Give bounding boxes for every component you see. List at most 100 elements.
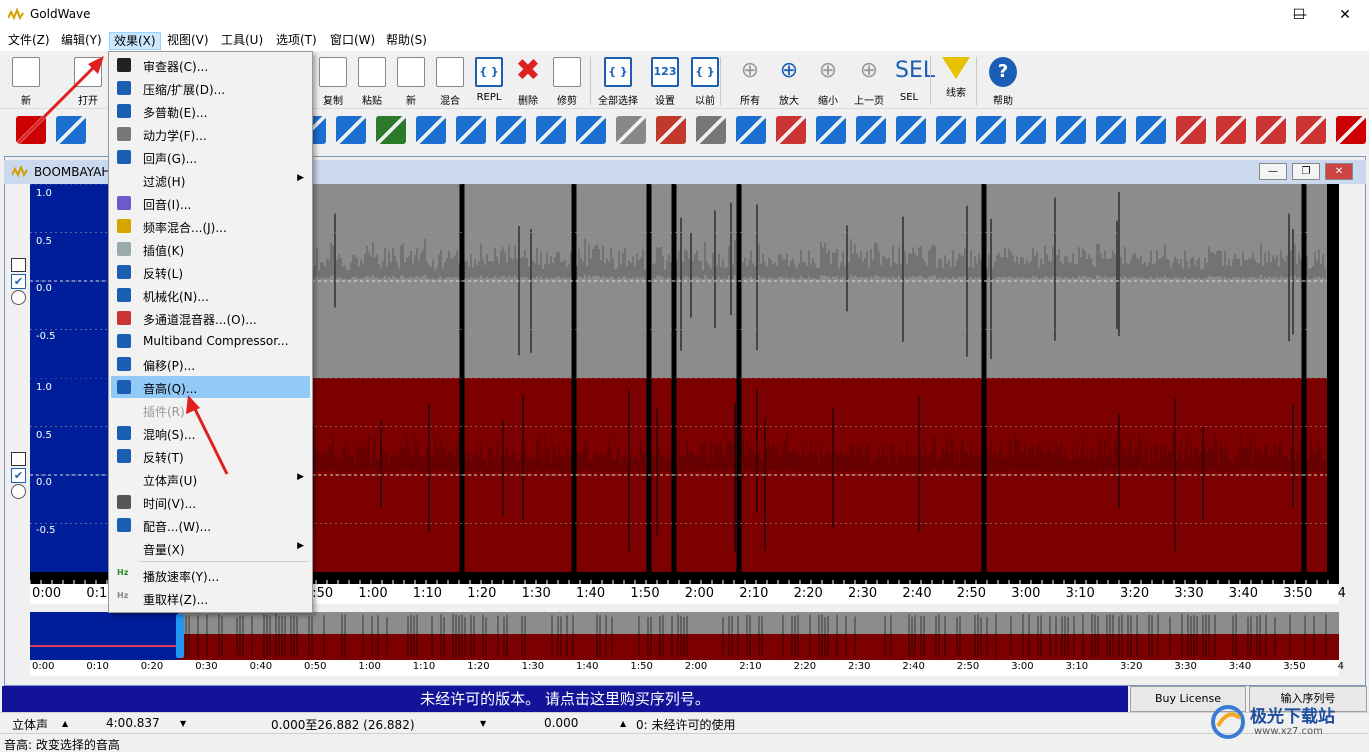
effect-tool-icon[interactable] [376, 116, 406, 144]
effects-menu-item[interactable]: 反转(T) [111, 445, 310, 467]
maximize-button[interactable]: ☐ [1276, 0, 1322, 30]
effect-tool-icon[interactable] [576, 116, 606, 144]
channel-checkbox-top[interactable]: ✔ [11, 274, 26, 289]
open-button[interactable]: 打开 [68, 55, 108, 107]
effect-tool-icon[interactable] [616, 116, 646, 144]
close-button[interactable]: ✕ [1322, 0, 1368, 30]
effect-tool-icon[interactable] [656, 116, 686, 144]
menu-0[interactable]: 文件(Z) [4, 32, 54, 50]
channel-toggle-bottom[interactable] [11, 452, 26, 466]
doc-restore-button[interactable]: ❐ [1292, 163, 1320, 180]
effect-tool-icon[interactable] [816, 116, 846, 144]
overview-tick-label: 0:10 [86, 661, 109, 672]
doc-close-button[interactable]: ✕ [1325, 163, 1353, 180]
help-button[interactable]: ? 帮助 [983, 55, 1023, 107]
timeline-tick-label: 1:20 [467, 586, 497, 601]
effect-tool-icon[interactable] [16, 116, 46, 144]
overview-waveform[interactable] [30, 612, 1339, 660]
effects-menu-item[interactable]: 音量(X) ▶ [111, 537, 310, 559]
effect-tool-icon[interactable] [696, 116, 726, 144]
effect-tool-icon[interactable] [1136, 116, 1166, 144]
effects-menu-item[interactable]: 混响(S)... [111, 422, 310, 444]
watermark-url: www.xz7.com [1254, 726, 1323, 737]
effect-tool-icon[interactable] [976, 116, 1006, 144]
effects-menu-label: 立体声(U) [143, 474, 198, 488]
channel-checkbox-bottom[interactable]: ✔ [11, 468, 26, 483]
channel-radio-bottom[interactable] [11, 484, 26, 499]
zoom-all-button[interactable]: ⊕ 所有 [730, 55, 770, 107]
unlicensed-banner[interactable]: 未经许可的版本。 请点击这里购买序列号。 [2, 686, 1128, 712]
zoom-sel-button[interactable]: SEL SEL [889, 55, 935, 107]
select-all-button[interactable]: { } 全部选择 [598, 55, 638, 107]
effects-menu-item[interactable]: Multiband Compressor... [111, 330, 310, 352]
effects-menu-item[interactable]: 偏移(P)... [111, 353, 310, 375]
effect-tool-icon[interactable] [896, 116, 926, 144]
effect-tool-icon[interactable] [1056, 116, 1086, 144]
effect-tool-icon[interactable] [1096, 116, 1126, 144]
effect-tool-icon[interactable] [536, 116, 566, 144]
replace-button[interactable]: { } REPL [469, 55, 509, 107]
effect-tool-icon[interactable] [456, 116, 486, 144]
channel-mode[interactable]: 立体声 [12, 716, 48, 733]
effect-tool-icon[interactable] [336, 116, 366, 144]
effects-menu-item[interactable]: 频率混合...(J)... [111, 215, 310, 237]
effect-tool-icon[interactable] [776, 116, 806, 144]
chevron-up-icon[interactable]: ▲ [620, 719, 626, 728]
new-button[interactable]: 新 [6, 55, 46, 107]
effect-tool-icon[interactable] [416, 116, 446, 144]
effects-menu-item[interactable]: 反转(L) [111, 261, 310, 283]
effects-menu-item[interactable]: 立体声(U) ▶ [111, 468, 310, 490]
effect-tool-icon[interactable] [56, 116, 86, 144]
menu-1[interactable]: 编辑(Y) [57, 32, 106, 50]
effect-tool-icon[interactable] [856, 116, 886, 144]
effects-menu-item[interactable]: 过滤(H) ▶ [111, 169, 310, 191]
channel-toggle-top[interactable] [11, 258, 26, 272]
effects-menu-item[interactable]: 审查器(C)... [111, 54, 310, 76]
effect-tool-icon[interactable] [1336, 116, 1366, 144]
chevron-down-icon[interactable]: ▼ [180, 719, 186, 728]
set-button[interactable]: 123 设置 [645, 55, 685, 107]
doc-minimize-button[interactable]: — [1259, 163, 1287, 180]
effects-menu-item[interactable]: 回音(I)... [111, 192, 310, 214]
menu-4[interactable]: 工具(U) [217, 32, 267, 50]
effect-tool-icon[interactable] [936, 116, 966, 144]
menu-5[interactable]: 选项(T) [272, 32, 321, 50]
zoom-out-button[interactable]: ⊕ 缩小 [808, 55, 848, 107]
menu-6[interactable]: 窗口(W) [326, 32, 379, 50]
effects-menu-item[interactable]: 回声(G)... [111, 146, 310, 168]
effects-menu-item[interactable]: 多普勒(E)... [111, 100, 310, 122]
effect-tool-icon[interactable] [1176, 116, 1206, 144]
effects-menu-item[interactable]: 压缩/扩展(D)... [111, 77, 310, 99]
cue-button[interactable]: 线索 [936, 55, 976, 107]
previous-button[interactable]: { } 以前 [685, 55, 725, 107]
effect-tool-icon[interactable] [1216, 116, 1246, 144]
menu-3[interactable]: 视图(V) [163, 32, 213, 50]
prev-page-button[interactable]: ⊕ 上一页 [849, 55, 889, 107]
effect-tool-icon[interactable] [736, 116, 766, 144]
effects-menu-item[interactable]: 动力学(F)... [111, 123, 310, 145]
effect-tool-icon[interactable] [1296, 116, 1326, 144]
effects-menu-item[interactable]: 配音...(W)... [111, 514, 310, 536]
trim-button[interactable]: 修剪 [547, 55, 587, 107]
effects-menu-item[interactable]: 多通道混音器...(O)... [111, 307, 310, 329]
effects-menu-item[interactable]: 插值(K) [111, 238, 310, 260]
zoom-in-button[interactable]: ⊕ 放大 [769, 55, 809, 107]
delete-button[interactable]: ✖ 删除 [508, 55, 548, 108]
effects-menu-item[interactable]: 音高(Q)... [111, 376, 310, 398]
paste-button[interactable]: 粘贴 [352, 55, 392, 107]
menu-7[interactable]: 帮助(S) [382, 32, 431, 50]
copy-button[interactable]: 复制 [313, 55, 353, 107]
effects-menu-item[interactable]: 时间(V)... [111, 491, 310, 513]
channel-radio-top[interactable] [11, 290, 26, 305]
chevron-down-icon[interactable]: ▼ [480, 719, 486, 728]
effect-icon [117, 449, 131, 463]
effect-tool-icon[interactable] [496, 116, 526, 144]
new-file-button[interactable]: 新 [391, 55, 431, 107]
effects-menu-item[interactable]: 机械化(N)... [111, 284, 310, 306]
mix-button[interactable]: 混合 [430, 55, 470, 107]
effects-menu-item[interactable]: Hz 播放速率(Y)... [111, 564, 310, 586]
effects-menu-item[interactable]: Hz 重取样(Z)... [111, 587, 310, 609]
effect-tool-icon[interactable] [1016, 116, 1046, 144]
effect-tool-icon[interactable] [1256, 116, 1286, 144]
menu-2[interactable]: 效果(X) [109, 32, 161, 50]
